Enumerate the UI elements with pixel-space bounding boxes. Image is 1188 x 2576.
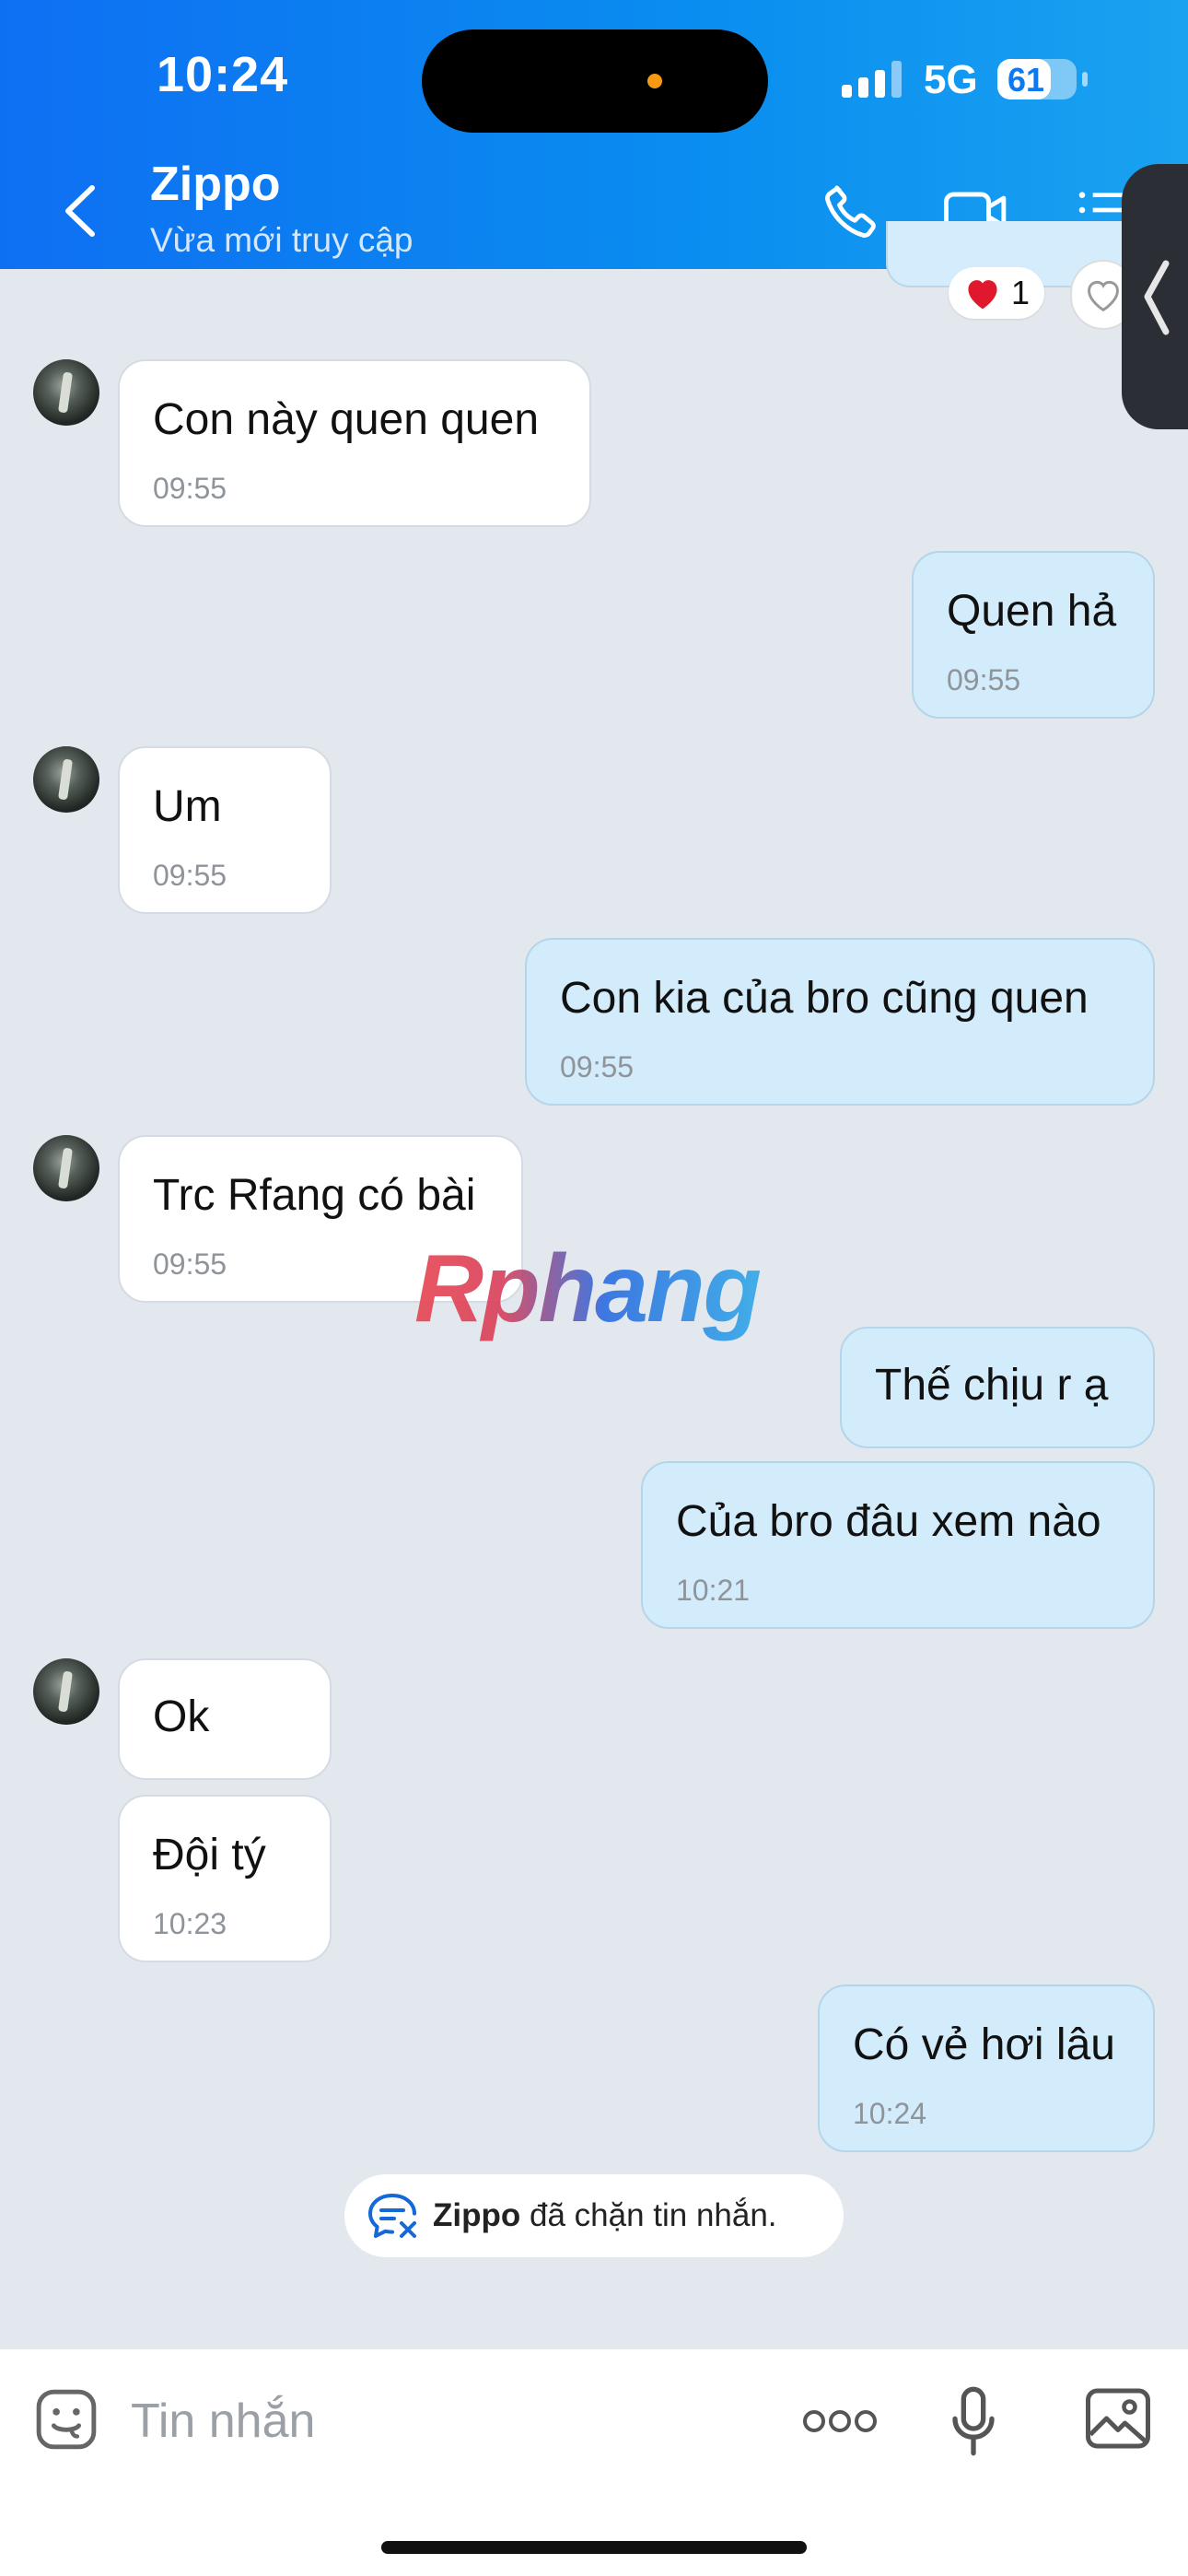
avatar[interactable]	[33, 746, 99, 813]
heart-outline-icon	[1088, 280, 1119, 312]
message-text: Con này quen quen	[153, 395, 540, 444]
more-options-icon[interactable]	[801, 2408, 879, 2434]
signal-icon	[842, 61, 902, 98]
message-text: Của bro đâu xem nào	[676, 1497, 1101, 1546]
message-time: 10:24	[853, 2097, 927, 2130]
heart-icon	[968, 280, 997, 310]
blocked-notice: Zippo đã chặn tin nhắn.	[344, 2174, 844, 2257]
composer-bar: Tin nhắn	[0, 2349, 1188, 2576]
message-bubble[interactable]: Của bro đâu xem nào 10:21	[641, 1461, 1155, 1629]
blocked-chat-icon	[368, 2194, 416, 2238]
message-time: 09:55	[153, 859, 227, 892]
avatar[interactable]	[33, 1135, 99, 1201]
side-panel-handle[interactable]	[1122, 164, 1188, 429]
back-arrow-icon[interactable]	[53, 179, 109, 243]
camera-indicator-dot	[647, 74, 662, 88]
chevron-left-icon	[1144, 260, 1170, 335]
message-text: Um	[153, 782, 222, 831]
sticker-emoji-icon[interactable]	[31, 2384, 101, 2454]
message-input[interactable]: Tin nhắn	[131, 2394, 315, 2449]
message-text: Có vẻ hơi lâu	[853, 2020, 1115, 2069]
message-bubble[interactable]: Đội tý 10:23	[118, 1795, 332, 1962]
image-gallery-icon[interactable]	[1083, 2386, 1153, 2451]
avatar[interactable]	[33, 1658, 99, 1725]
status-time: 10:24	[157, 47, 289, 102]
message-time: 10:21	[676, 1574, 751, 1607]
reaction-badge[interactable]: 1	[949, 267, 1045, 319]
message-time: 09:55	[560, 1050, 635, 1083]
watermark-logo: Rphang	[414, 1235, 762, 1342]
message-text: Trc Rfang có bài	[153, 1171, 476, 1220]
message-bubble[interactable]: Con kia của bro cũng quen 09:55	[525, 938, 1155, 1106]
message-time: 09:55	[947, 663, 1021, 697]
message-time: 10:23	[153, 1907, 227, 1940]
blocked-notice-message: đã chặn tin nhắn.	[529, 2197, 777, 2233]
dynamic-island	[422, 29, 768, 133]
contact-status: Vừa mới truy cập	[150, 221, 413, 259]
message-text: Quen hả	[947, 587, 1117, 636]
message-bubble[interactable]: Con này quen quen 09:55	[118, 359, 591, 527]
message-bubble[interactable]: Ok	[118, 1658, 332, 1780]
message-text: Thế chịu r ạ	[875, 1361, 1109, 1410]
microphone-icon[interactable]	[949, 2384, 998, 2458]
message-text: Con kia của bro cũng quen	[560, 974, 1089, 1023]
message-time: 09:55	[153, 1247, 227, 1281]
message-time: 09:55	[153, 472, 227, 505]
message-bubble[interactable]: Có vẻ hơi lâu 10:24	[818, 1985, 1155, 2152]
message-bubble[interactable]: Um 09:55	[118, 746, 332, 914]
home-indicator[interactable]	[381, 2541, 807, 2554]
avatar[interactable]	[33, 359, 99, 426]
blocked-notice-name: Zippo	[433, 2197, 521, 2233]
message-text: Ok	[153, 1692, 210, 1741]
message-text: Đội tý	[153, 1831, 266, 1879]
message-bubble[interactable]: Quen hả 09:55	[912, 551, 1155, 719]
battery-level: 61	[1007, 61, 1045, 99]
contact-name[interactable]: Zippo	[150, 157, 281, 212]
phone-call-icon[interactable]	[820, 181, 882, 243]
reaction-count: 1	[1011, 274, 1031, 311]
network-type: 5G	[924, 57, 978, 102]
blocked-notice-text: Zippo đã chặn tin nhắn.	[433, 2197, 777, 2234]
battery-icon: 61	[997, 59, 1088, 100]
message-bubble[interactable]: Thế chịu r ạ	[840, 1327, 1155, 1448]
